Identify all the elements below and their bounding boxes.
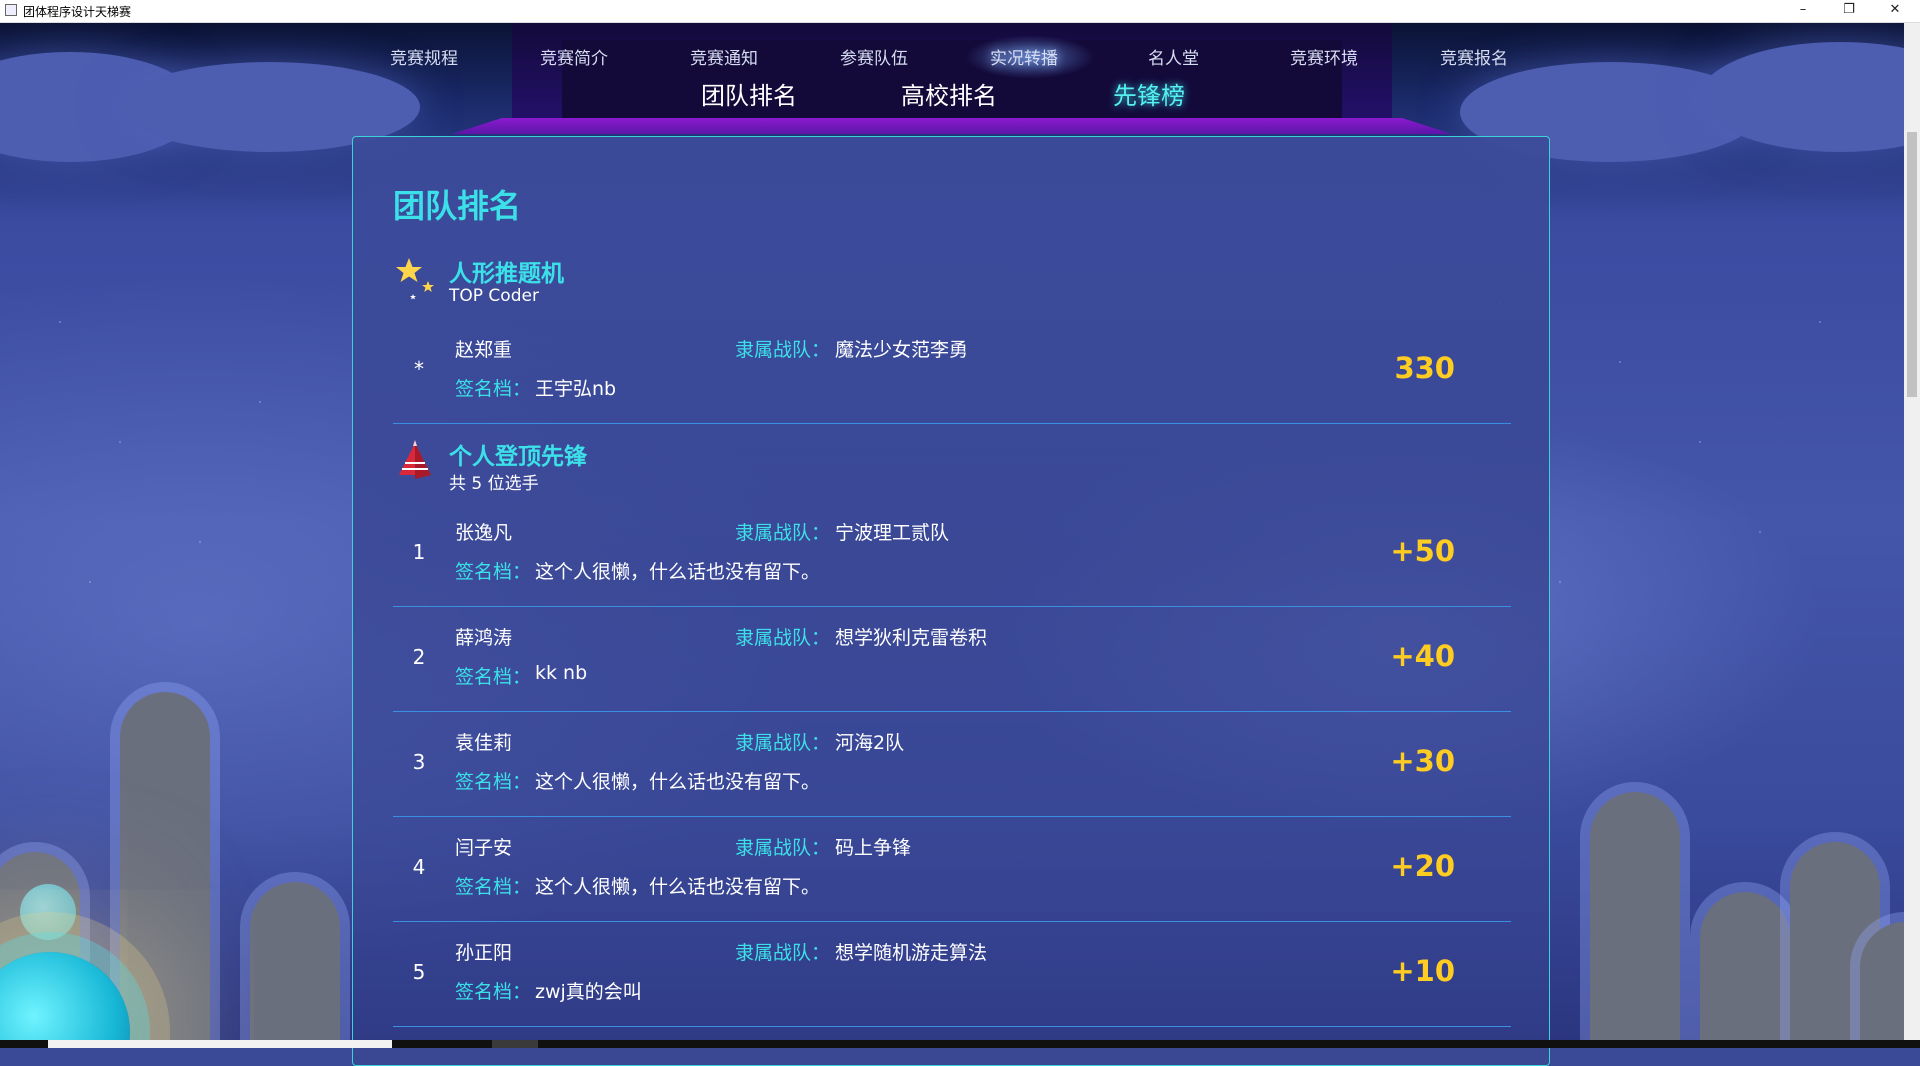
signature-label: 签名档：	[455, 876, 532, 898]
score: +40	[1390, 639, 1455, 673]
player-name: 孙正阳	[455, 942, 513, 964]
window-title: 团体程序设计天梯赛	[23, 5, 132, 19]
header-stage-floor	[452, 118, 1452, 134]
pioneer-row[interactable]: 3 袁佳莉 隶属战队： 河海2队 签名档： 这个人很懒，什么话也没有留下。 +3…	[393, 712, 1511, 817]
taskbar-search-box[interactable]	[48, 1040, 392, 1048]
rank-number: 2	[412, 645, 426, 669]
scrollbar-thumb[interactable]	[1907, 132, 1917, 397]
nav-registration[interactable]: 竞赛报名	[1440, 44, 1508, 69]
team-name: 魔法少女范李勇	[835, 339, 969, 361]
rank-number: 1	[412, 540, 426, 564]
signature-text: 这个人很懒，什么话也没有留下。	[535, 561, 821, 583]
signature-label: 签名档：	[455, 666, 532, 688]
player-name: 闫子安	[455, 837, 513, 859]
team-label: 隶属战队：	[735, 732, 831, 754]
score: +50	[1390, 534, 1455, 568]
team-name: 河海2队	[835, 732, 905, 754]
signature-text: 这个人很懒，什么话也没有留下。	[535, 771, 821, 793]
tab-pioneer-board[interactable]: 先锋榜	[1113, 76, 1185, 111]
rank-number: 4	[412, 855, 426, 879]
vertical-scrollbar[interactable]	[1904, 22, 1920, 1040]
top-coder-row[interactable]: * 赵郑重 隶属战队： 魔法少女范李勇 签名档： 王宇弘nb 330	[393, 319, 1511, 424]
nav-competition-rules[interactable]: 竞赛规程	[390, 44, 458, 69]
tab-team-ranking[interactable]: 团队排名	[701, 76, 797, 111]
player-name: 薛鸿涛	[455, 627, 513, 649]
top-navigation: 竞赛规程 竞赛简介 竞赛通知 参赛队伍 实况转播 名人堂 竞赛环境 竞赛报名	[340, 40, 1560, 70]
pioneers-title: 个人登顶先锋	[449, 444, 587, 470]
signature-text: kk nb	[535, 662, 588, 684]
minimize-button[interactable]: –	[1780, 0, 1826, 22]
taskbar	[0, 1040, 1920, 1048]
moon-icon	[20, 884, 76, 940]
nav-hall-of-fame[interactable]: 名人堂	[1148, 44, 1199, 69]
team-label: 隶属战队：	[735, 942, 831, 964]
pioneers-header: 个人登顶先锋 共 5 位选手	[393, 437, 1493, 497]
team-label: 隶属战队：	[735, 837, 831, 859]
pioneer-row[interactable]: 1 张逸凡 隶属战队： 宁波理工贰队 签名档： 这个人很懒，什么话也没有留下。 …	[393, 502, 1511, 607]
top-coder-header: 人形推题机 TOP Coder	[393, 254, 1493, 314]
signature-text: 这个人很懒，什么话也没有留下。	[535, 876, 821, 898]
score: +20	[1390, 849, 1455, 883]
pioneer-row[interactable]: 2 薛鸿涛 隶属战队： 想学狄利克雷卷积 签名档： kk nb +40	[393, 607, 1511, 712]
top-coder-title: 人形推题机	[449, 261, 564, 287]
nav-live[interactable]: 实况转播	[990, 44, 1058, 69]
signature-text: zwj真的会叫	[535, 981, 642, 1003]
close-button[interactable]: ✕	[1872, 0, 1918, 22]
nav-competition-intro[interactable]: 竞赛简介	[540, 44, 608, 69]
signature-text: 王宇弘nb	[535, 378, 617, 400]
player-name: 张逸凡	[455, 522, 513, 544]
rank-marker: *	[414, 357, 424, 381]
app-icon	[5, 4, 17, 16]
pioneers-subtitle: 共 5 位选手	[449, 474, 539, 494]
team-label: 隶属战队：	[735, 522, 831, 544]
player-name: 赵郑重	[455, 339, 513, 361]
score: +30	[1390, 744, 1455, 778]
team-label: 隶属战队：	[735, 627, 831, 649]
top-coder-subtitle: TOP Coder	[449, 286, 539, 306]
score: +10	[1390, 954, 1455, 988]
signature-label: 签名档：	[455, 561, 532, 583]
team-name: 码上争锋	[835, 837, 912, 859]
window-title-bar: 团体程序设计天梯赛 – ❐ ✕	[0, 0, 1920, 23]
rank-number: 3	[412, 750, 426, 774]
ranking-tabs: 团队排名 高校排名 先锋榜	[620, 72, 1320, 112]
tab-school-ranking[interactable]: 高校排名	[901, 76, 997, 111]
nav-teams[interactable]: 参赛队伍	[840, 44, 908, 69]
taskbar-app-button[interactable]	[492, 1040, 538, 1048]
player-name: 袁佳莉	[455, 732, 513, 754]
pyramid-icon	[399, 440, 431, 479]
rank-number: 5	[412, 960, 426, 984]
signature-label: 签名档：	[455, 981, 532, 1003]
team-name: 想学随机游走算法	[835, 942, 988, 964]
restore-button[interactable]: ❐	[1826, 0, 1872, 22]
nav-environment[interactable]: 竞赛环境	[1290, 44, 1358, 69]
team-name: 宁波理工贰队	[835, 522, 950, 544]
team-label: 隶属战队：	[735, 339, 831, 361]
signature-label: 签名档：	[455, 378, 532, 400]
signature-label: 签名档：	[455, 771, 532, 793]
pioneer-row[interactable]: 5 孙正阳 隶属战队： 想学随机游走算法 签名档： zwj真的会叫 +10	[393, 922, 1511, 1027]
stars-icon	[396, 258, 434, 300]
team-name: 想学狄利克雷卷积	[835, 627, 988, 649]
panel-title: 团队排名	[393, 187, 522, 225]
nav-competition-notices[interactable]: 竞赛通知	[690, 44, 758, 69]
score: 330	[1394, 351, 1455, 385]
pioneer-row[interactable]: 4 闫子安 隶属战队： 码上争锋 签名档： 这个人很懒，什么话也没有留下。 +2…	[393, 817, 1511, 922]
ranking-panel: 团队排名 人形推题机 TOP Coder * 赵郑重 隶属战队： 魔法少女范李勇…	[352, 136, 1550, 1066]
